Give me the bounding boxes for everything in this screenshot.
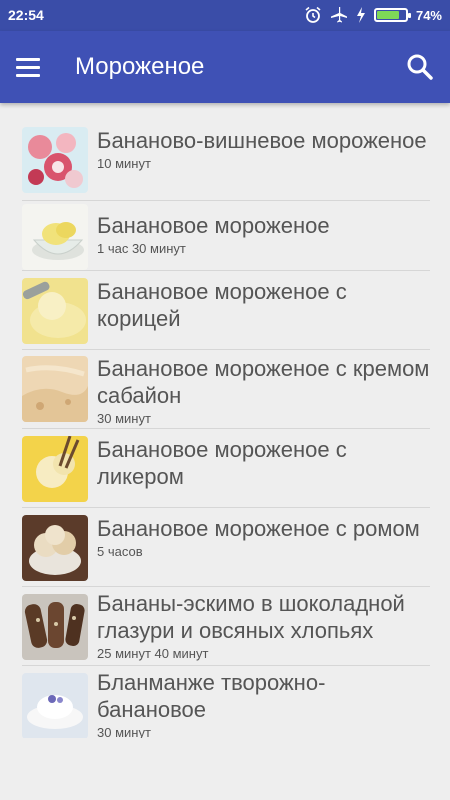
recipe-title: Бланманже творожно-банановое (97, 670, 326, 722)
battery-percent: 74% (415, 7, 442, 23)
recipe-thumbnail (22, 673, 88, 738)
recipe-title: Банановое мороженое с ромом (97, 516, 420, 541)
recipe-title: Банановое мороженое с корицей (97, 279, 347, 331)
recipe-time: 30 минут (97, 411, 151, 426)
recipe-item[interactable]: Бананово-вишневое мороженое 10 минут (22, 122, 430, 201)
recipe-title: Банановое мороженое с ликером (97, 437, 347, 489)
recipe-time: 25 минут 40 минут (97, 646, 209, 661)
hamburger-menu-icon[interactable] (16, 51, 48, 83)
status-time: 22:54 (8, 7, 44, 23)
recipe-list[interactable]: Бананово-вишневое мороженое 10 минут Бан… (22, 122, 430, 738)
recipe-title: Банановое мороженое (97, 213, 330, 238)
recipe-time: 5 часов (97, 544, 143, 559)
recipe-item[interactable]: Бланманже творожно-банановое 30 минут (22, 666, 430, 738)
page-title: Мороженое (75, 53, 205, 80)
status-bar: 22:54 74% (0, 0, 450, 31)
search-icon[interactable] (404, 51, 436, 83)
recipe-item[interactable]: Банановое мороженое 1 час 30 минут (22, 201, 430, 271)
recipe-item[interactable]: Банановое мороженое с ликером (22, 429, 430, 508)
recipe-time: 1 час 30 минут (97, 241, 186, 256)
recipe-thumbnail (22, 278, 88, 344)
alarm-icon (305, 6, 321, 23)
recipe-title: Бананово-вишневое мороженое (97, 128, 427, 153)
recipe-item[interactable]: Банановое мороженое с корицей (22, 271, 430, 350)
recipe-thumbnail (22, 356, 88, 422)
app-bar: Мороженое (0, 31, 450, 103)
battery-fill (376, 11, 400, 19)
recipe-item[interactable]: Бананы-эскимо в шоколадной глазури и овс… (22, 587, 430, 666)
recipe-item[interactable]: Банановое мороженое с ромом 5 часов (22, 508, 430, 587)
recipe-thumbnail (22, 204, 88, 270)
recipe-title: Бананы-эскимо в шоколадной глазури и овс… (97, 591, 405, 643)
charging-icon (356, 7, 365, 23)
recipe-thumbnail (22, 594, 88, 660)
recipe-thumbnail (22, 127, 88, 193)
recipe-item[interactable]: Банановое мороженое с кремом сабайон 30 … (22, 350, 430, 429)
battery-icon (373, 8, 411, 22)
status-icons: 74% (304, 5, 442, 25)
recipe-title: Банановое мороженое с кремом сабайон (97, 356, 430, 408)
airplane-mode-icon (330, 7, 347, 23)
recipe-time: 30 минут (97, 725, 151, 738)
recipe-time: 10 минут (97, 156, 151, 171)
recipe-thumbnail (22, 436, 88, 502)
recipe-thumbnail (22, 515, 88, 581)
